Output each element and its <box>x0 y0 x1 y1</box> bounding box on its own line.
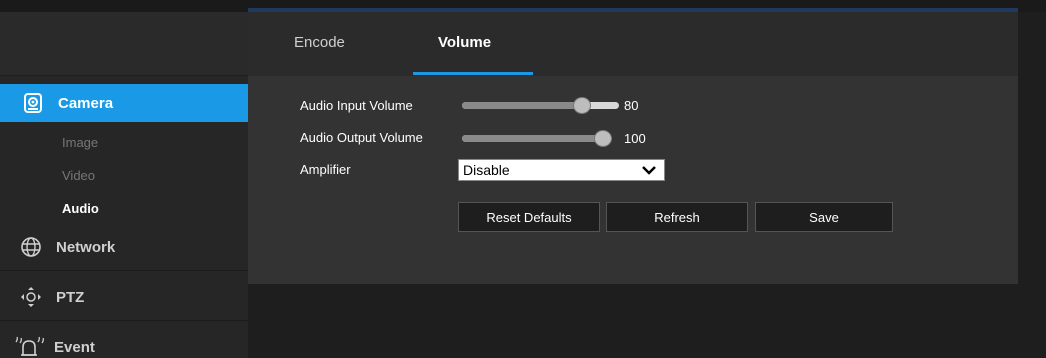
active-tab-indicator <box>413 72 533 75</box>
ptz-icon <box>20 286 42 308</box>
sidebar-subitem-audio[interactable]: Audio <box>62 201 99 216</box>
tab-volume[interactable]: Volume <box>438 34 491 51</box>
camera-icon <box>22 92 44 114</box>
amplifier-select[interactable]: Disable <box>458 159 665 181</box>
amplifier-label: Amplifier <box>300 162 351 177</box>
globe-icon <box>20 236 42 258</box>
sidebar-item-camera-label: Camera <box>58 94 114 112</box>
slider-fill <box>462 102 583 109</box>
sidebar-item-event[interactable]: Event <box>14 336 95 358</box>
tab-encode[interactable]: Encode <box>294 34 345 51</box>
sidebar-item-ptz[interactable]: PTZ <box>20 286 84 308</box>
sidebar-header <box>0 12 248 76</box>
top-strip <box>0 0 1046 12</box>
alarm-bell-icon <box>14 336 44 358</box>
sidebar-item-camera-content[interactable]: Camera <box>22 92 113 114</box>
sidebar-divider <box>0 270 248 271</box>
audio-output-volume-label: Audio Output Volume <box>300 130 423 145</box>
audio-input-volume-label: Audio Input Volume <box>300 98 413 113</box>
refresh-button[interactable]: Refresh <box>606 202 748 232</box>
sidebar-subitem-video[interactable]: Video <box>62 168 95 183</box>
slider-fill <box>462 135 603 142</box>
settings-panel: Encode Volume Audio Input Volume 80 Audi… <box>248 12 1018 284</box>
save-button[interactable]: Save <box>755 202 893 232</box>
sidebar-subitem-image[interactable]: Image <box>62 135 98 150</box>
sidebar: Camera Image Video Audio Network PTZ Eve… <box>0 12 248 358</box>
sidebar-item-network-label: Network <box>56 238 116 256</box>
slider-knob[interactable] <box>573 97 592 114</box>
sidebar-item-network[interactable]: Network <box>20 236 115 258</box>
sidebar-divider <box>0 320 248 321</box>
sidebar-item-ptz-label: PTZ <box>56 288 85 306</box>
audio-output-volume-slider[interactable] <box>462 130 612 147</box>
slider-knob[interactable] <box>594 130 612 147</box>
audio-input-volume-slider[interactable] <box>462 97 619 114</box>
audio-output-volume-value: 100 <box>624 131 646 146</box>
chevron-down-icon <box>640 161 658 179</box>
reset-defaults-button[interactable]: Reset Defaults <box>458 202 600 232</box>
audio-input-volume-value: 80 <box>624 98 639 113</box>
sidebar-item-event-label: Event <box>54 338 95 356</box>
tab-bar: Encode Volume <box>248 12 1018 76</box>
amplifier-selected-value: Disable <box>463 162 510 178</box>
